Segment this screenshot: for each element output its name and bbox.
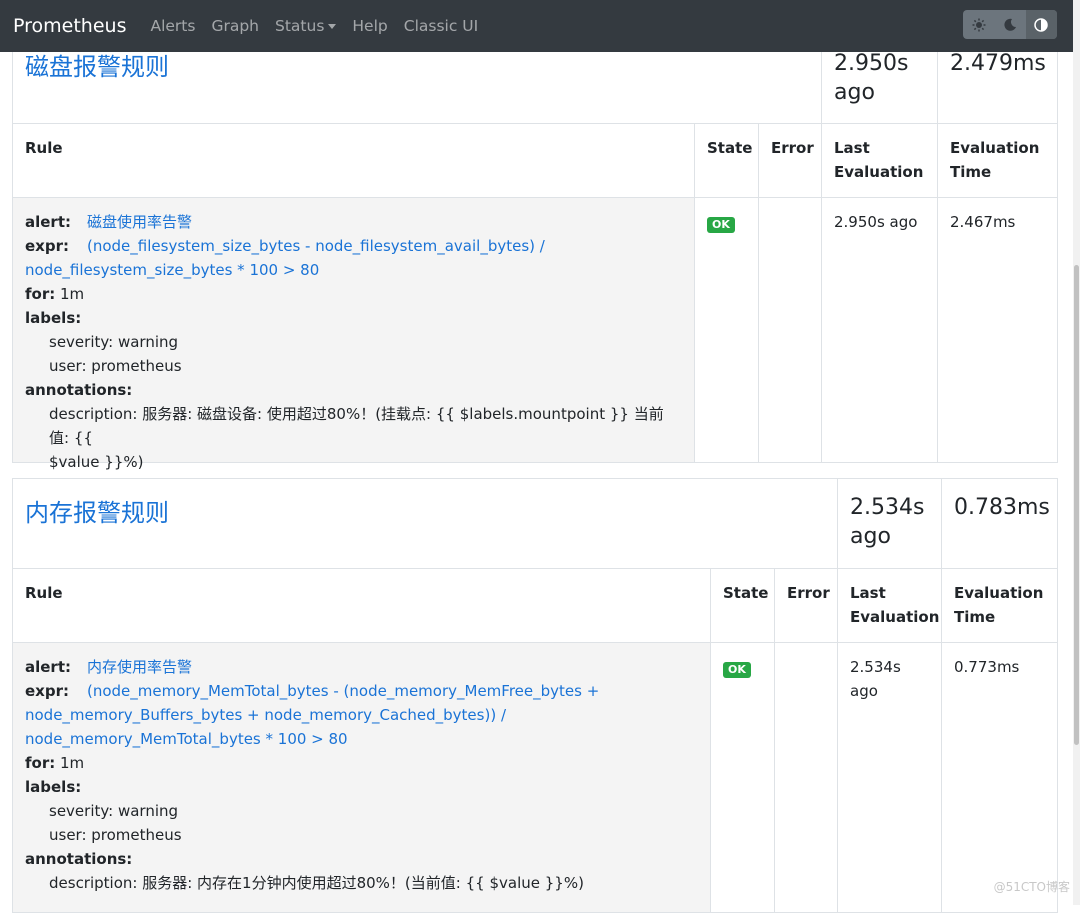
expr-link-cont[interactable]: node_memory_Buffers_bytes + node_memory_… <box>25 703 698 727</box>
scrollbar-thumb[interactable] <box>1074 265 1079 745</box>
nav-alerts[interactable]: Alerts <box>150 17 195 35</box>
rule-row: alert: 内存使用率告警 expr: (node_memory_MemTotal… <box>13 643 1057 913</box>
browser-theme-button[interactable] <box>1025 10 1057 39</box>
header-last-evaluation: Last Evaluation <box>822 124 938 197</box>
rule-last-evaluation: 2.950s ago <box>822 198 938 462</box>
chevron-down-icon <box>328 24 337 29</box>
brand-link[interactable]: Prometheus <box>13 15 126 37</box>
watermark: @51CTO博客 <box>993 880 1070 894</box>
group-title-link[interactable]: 磁盘报警规则 <box>25 53 169 81</box>
expr-link-cont[interactable]: node_filesystem_size_bytes * 100 > 80 <box>25 258 682 282</box>
group-title-link[interactable]: 内存报警规则 <box>25 499 169 527</box>
nav-status-label: Status <box>275 17 325 35</box>
header-last-evaluation: Last Evaluation <box>838 569 942 642</box>
header-state: State <box>695 124 759 197</box>
nav-status-dropdown[interactable]: Status <box>275 17 337 35</box>
half-circle-icon <box>1034 17 1049 32</box>
dark-theme-button[interactable] <box>994 10 1025 39</box>
nav-help[interactable]: Help <box>352 17 387 35</box>
header-state: State <box>711 569 775 642</box>
nav-graph[interactable]: Graph <box>211 17 259 35</box>
theme-toggle-group <box>963 10 1057 39</box>
state-badge-ok: OK <box>707 217 735 233</box>
nav-classic-ui[interactable]: Classic UI <box>404 17 478 35</box>
expr-link-cont-2[interactable]: node_memory_MemTotal_bytes * 100 > 80 <box>25 727 698 751</box>
rule-definition: alert: 内存使用率告警 expr: (node_memory_MemTotal… <box>13 643 711 912</box>
rule-last-evaluation: 2.534s ago <box>838 643 942 912</box>
header-error: Error <box>775 569 838 642</box>
header-rule: Rule <box>13 124 695 197</box>
top-navbar: Prometheus Alerts Graph Status Help Clas… <box>0 0 1073 52</box>
rule-group-disk: 磁盘报警规则 2.950s ago 2.479ms Rule State Err… <box>12 30 1058 471</box>
header-error: Error <box>759 124 822 197</box>
header-evaluation-time: Evaluation Time <box>954 584 1044 626</box>
group-evaluation-time: 2.479ms <box>950 51 1046 76</box>
rule-group-memory: 内存报警规则 2.534s ago 0.783ms Rule State Err… <box>12 478 1058 913</box>
light-theme-button[interactable] <box>963 10 994 39</box>
rule-evaluation-time: 2.467ms <box>950 213 1016 231</box>
expr-link[interactable]: (node_memory_MemTotal_bytes - (node_memo… <box>87 682 599 700</box>
sun-icon <box>972 18 986 31</box>
group-last-evaluation: 2.534s ago <box>838 479 942 568</box>
group-header-row: 内存报警规则 2.534s ago 0.783ms <box>13 479 1057 569</box>
error-cell <box>775 643 838 912</box>
page-scrollbar[interactable] <box>1073 0 1080 905</box>
rules-table-header: Rule State Error Last Evaluation Evaluat… <box>13 569 1057 643</box>
alert-name-link[interactable]: 磁盘使用率告警 <box>87 213 192 231</box>
rules-table-header: Rule State Error Last Evaluation Evaluat… <box>13 124 1057 198</box>
error-cell <box>759 198 822 462</box>
state-badge-ok: OK <box>723 662 751 678</box>
expr-link[interactable]: (node_filesystem_size_bytes - node_files… <box>87 237 545 255</box>
moon-icon <box>1004 18 1016 31</box>
header-evaluation-time: Evaluation Time <box>950 139 1040 181</box>
alert-name-link[interactable]: 内存使用率告警 <box>87 658 192 676</box>
rule-evaluation-time: 0.773ms <box>954 658 1020 676</box>
rule-definition: alert: 磁盘使用率告警 expr: (node_filesystem_size… <box>13 198 695 471</box>
rule-row: alert: 磁盘使用率告警 expr: (node_filesystem_size… <box>13 198 1057 471</box>
header-rule: Rule <box>13 569 711 642</box>
group-evaluation-time: 0.783ms <box>954 495 1050 520</box>
